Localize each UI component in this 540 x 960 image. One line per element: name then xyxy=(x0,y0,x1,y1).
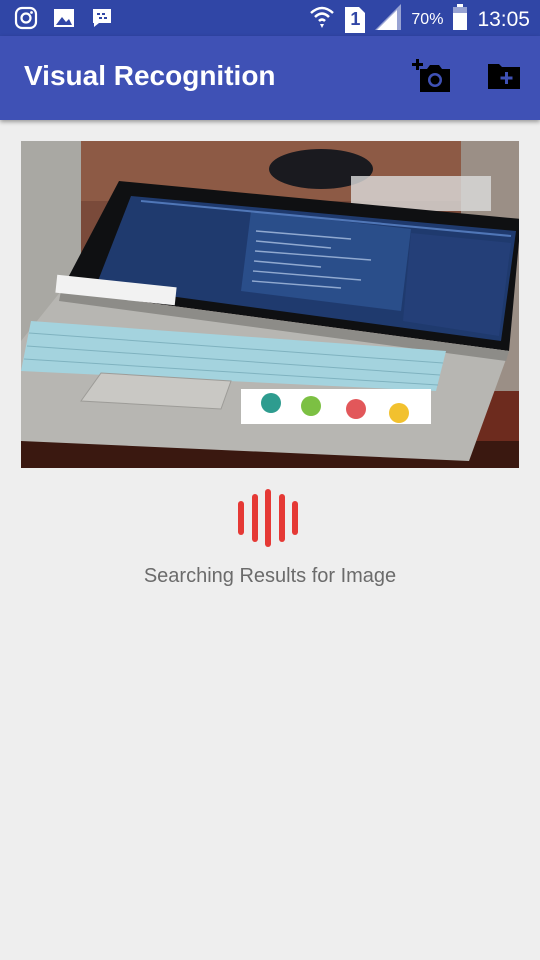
bbm-icon xyxy=(90,6,114,35)
loader-bar xyxy=(292,501,298,535)
app-bar: Visual Recognition xyxy=(0,36,540,120)
add-folder-button[interactable] xyxy=(482,58,526,98)
search-status-text: Searching Results for Image xyxy=(143,565,397,587)
battery-icon xyxy=(453,4,468,35)
signal-icon xyxy=(375,4,402,35)
battery-percent: 70% xyxy=(411,10,444,28)
loader-bar xyxy=(278,494,285,542)
gallery-icon xyxy=(52,6,76,35)
status-bar: 1 70% 13:05 xyxy=(0,0,540,36)
preview-image xyxy=(21,141,519,468)
loading-indicator xyxy=(238,488,298,548)
loader-bar xyxy=(251,494,258,542)
app-title: Visual Recognition xyxy=(24,60,276,91)
loader-bar xyxy=(265,489,271,547)
clock: 13:05 xyxy=(477,7,530,31)
wifi-icon xyxy=(309,4,335,35)
add-camera-button[interactable] xyxy=(410,58,454,98)
sim-icon: 1 xyxy=(345,6,366,33)
add-folder-icon xyxy=(487,62,521,95)
instagram-icon xyxy=(14,6,38,35)
loader-bar xyxy=(238,501,244,535)
add-camera-icon xyxy=(412,58,452,99)
sim-slot-label: 1 xyxy=(350,8,361,29)
